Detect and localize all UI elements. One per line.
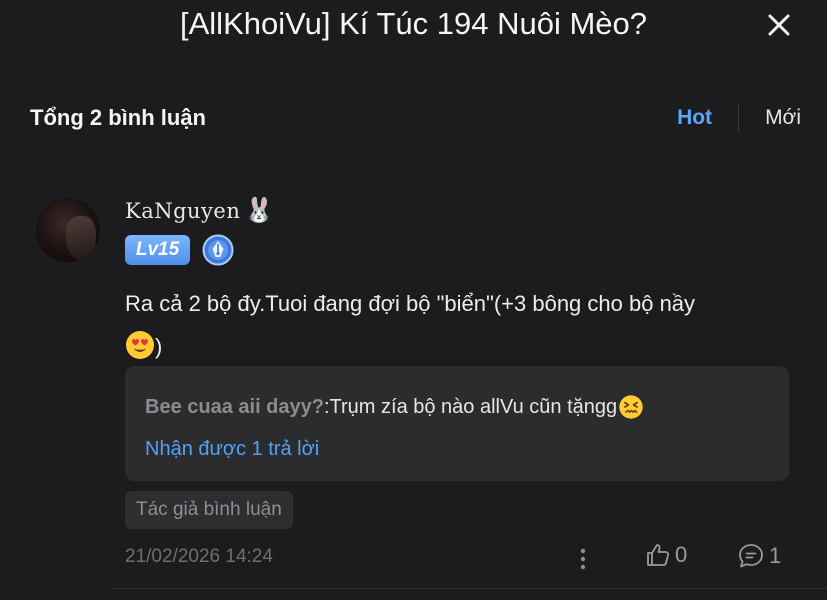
thumbs-up-icon <box>647 544 670 566</box>
comment-meta-row: 21/02/2026 14:24 0 1 <box>125 542 785 576</box>
confounded-face-emoji-icon <box>619 395 643 419</box>
level-badge: Lv15 <box>125 235 190 265</box>
more-options-icon[interactable] <box>573 544 593 574</box>
chat-bubble-icon <box>739 544 763 568</box>
user-badges: Lv15 <box>125 234 234 266</box>
sort-tab-hot[interactable]: Hot <box>677 106 738 130</box>
sort-tab-new[interactable]: Mới <box>739 106 801 130</box>
panel-header: [AllKhoiVu] Kí Túc 194 Nuôi Mèo? <box>0 0 827 60</box>
sort-tabs: Hot Mới <box>677 104 801 132</box>
author-tag-badge: Tác giả bình luận <box>125 491 293 529</box>
rabbit-emoji: 🐰 <box>244 197 275 224</box>
pen-nib-badge-icon <box>202 234 234 266</box>
close-button[interactable] <box>764 10 794 40</box>
divider <box>112 588 827 589</box>
comment-text-end: ) <box>155 334 163 359</box>
reply-button[interactable]: 1 <box>737 542 781 570</box>
reply-preview-line: Bee cuaa aii dayy?: Trụm zía bộ nào allV… <box>145 394 769 420</box>
reply-text: Trụm zía bộ nào allVu cũn tặngg <box>329 395 618 418</box>
username[interactable]: KaNguyen <box>125 199 240 223</box>
comments-panel: [AllKhoiVu] Kí Túc 194 Nuôi Mèo? Tổng 2 … <box>0 0 827 600</box>
comments-summary-row: Tổng 2 bình luận Hot Mới <box>30 100 801 136</box>
reply-count: 1 <box>769 543 782 568</box>
comment-timestamp: 21/02/2026 14:24 <box>125 546 273 567</box>
like-button[interactable]: 0 <box>645 542 687 568</box>
comment-text: Ra cả 2 bộ đy.Tuoi đang đợi bộ "biển"(+3… <box>125 291 696 316</box>
reply-author[interactable]: Bee cuaa aii dayy? <box>145 396 324 419</box>
comment-content: Ra cả 2 bộ đy.Tuoi đang đợi bộ "biển"(+3… <box>125 282 795 368</box>
heart-eyes-emoji-icon <box>126 331 154 359</box>
reply-preview[interactable]: Bee cuaa aii dayy?: Trụm zía bộ nào allV… <box>125 366 789 481</box>
page-title: [AllKhoiVu] Kí Túc 194 Nuôi Mèo? <box>180 6 647 41</box>
avatar[interactable] <box>36 198 100 262</box>
close-icon <box>768 14 790 36</box>
username-row: KaNguyen 🐰 <box>125 196 274 226</box>
view-replies-link[interactable]: Nhận được 1 trả lời <box>145 438 769 461</box>
comment-total: Tổng 2 bình luận <box>30 105 206 130</box>
like-count: 0 <box>675 542 688 567</box>
